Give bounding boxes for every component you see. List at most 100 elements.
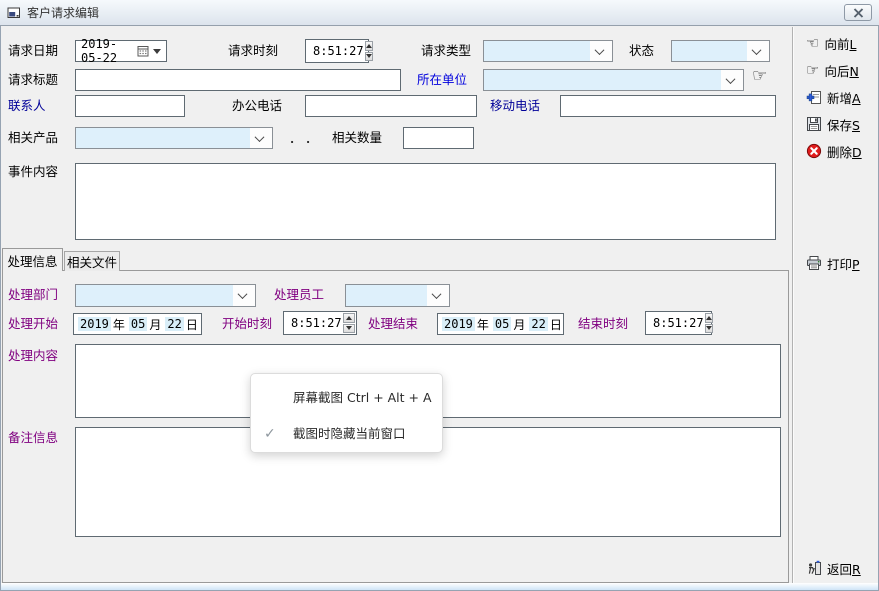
day-segment[interactable]: 22: [529, 317, 547, 331]
chevron-down-icon: [752, 45, 762, 55]
menu-item-label: 屏幕截图 Ctrl + Alt + A: [293, 384, 432, 412]
organization-combo[interactable]: [483, 69, 744, 91]
spin-up-button[interactable]: [343, 313, 355, 323]
calendar-icon[interactable]: [137, 45, 149, 57]
triangle-up-icon: [366, 44, 372, 48]
chevron-down-icon: [238, 289, 248, 299]
exit-icon: [806, 560, 822, 576]
spin-up-button[interactable]: [365, 41, 373, 51]
spin-up-button[interactable]: [705, 313, 713, 323]
organization-picker-hand-icon[interactable]: ☞: [752, 69, 767, 91]
event-content-label: 事件内容: [8, 161, 58, 183]
window-title: 客户请求编辑: [27, 4, 99, 21]
new-record-icon: [806, 89, 822, 105]
process-content-label: 处理内容: [8, 345, 58, 367]
dots-separator: . .: [290, 133, 314, 146]
request-date-label: 请求日期: [8, 40, 58, 62]
office-phone-label: 办公电话: [232, 95, 282, 117]
menu-item-screenshot[interactable]: 屏幕截图 Ctrl + Alt + A: [251, 384, 442, 412]
year-segment[interactable]: 2019: [442, 317, 475, 331]
chevron-down-icon: [432, 289, 442, 299]
delete-icon: [806, 143, 822, 159]
end-time-value: 8:51:27: [646, 312, 704, 334]
window-bottom-frame: [1, 583, 878, 590]
close-icon: [853, 8, 864, 18]
year-unit: 年: [111, 316, 129, 333]
year-unit: 年: [475, 316, 493, 333]
day-segment[interactable]: 22: [165, 317, 183, 331]
process-start-label: 处理开始: [8, 313, 58, 335]
next-button[interactable]: ☞ 向后N: [806, 59, 859, 81]
process-end-date-field[interactable]: 2019 年 05 月 22 日: [437, 313, 564, 335]
previous-button[interactable]: ☜ 向前L: [806, 32, 856, 54]
mobile-phone-label: 移动电话: [490, 95, 540, 117]
start-time-spinner[interactable]: 8:51:27: [283, 311, 357, 335]
print-icon: [806, 255, 822, 271]
request-date-picker[interactable]: 2019-05-22: [75, 40, 167, 62]
menu-item-label: 截图时隐藏当前窗口: [293, 420, 406, 448]
chevron-down-icon[interactable]: [153, 49, 161, 54]
department-label: 处理部门: [8, 284, 58, 306]
customer-request-edit-window: 客户请求编辑 请求日期 2019-05-22 请求时刻 8:51:27: [0, 0, 879, 591]
toolbar-separator: [792, 27, 793, 583]
menu-item-hide-window[interactable]: ✓ 截图时隐藏当前窗口: [251, 420, 442, 448]
request-title-label: 请求标题: [8, 69, 58, 91]
end-time-spinner[interactable]: 8:51:27: [645, 311, 712, 335]
spin-down-button[interactable]: [365, 52, 373, 62]
month-unit: 月: [511, 316, 529, 333]
process-end-label: 处理结束: [368, 313, 418, 335]
titlebar: 客户请求编辑: [0, 0, 879, 26]
status-label: 状态: [629, 40, 654, 62]
staff-combo[interactable]: [345, 284, 450, 307]
year-segment[interactable]: 2019: [78, 317, 111, 331]
triangle-down-icon: [366, 54, 372, 58]
triangle-up-icon: [706, 316, 712, 320]
screenshot-popup-menu: 屏幕截图 Ctrl + Alt + A ✓ 截图时隐藏当前窗口: [250, 373, 443, 453]
day-unit: 日: [184, 316, 202, 333]
app-icon: [7, 6, 21, 20]
request-type-combo[interactable]: [483, 40, 613, 62]
contact-input[interactable]: [75, 95, 185, 117]
chevron-down-icon: [255, 132, 265, 142]
month-segment[interactable]: 05: [129, 317, 147, 331]
tab-related-files[interactable]: 相关文件: [64, 251, 120, 271]
tab-label: 处理信息: [7, 251, 57, 270]
request-time-spinner[interactable]: 8:51:27: [305, 39, 369, 63]
mobile-phone-input[interactable]: [560, 95, 776, 117]
related-product-label: 相关产品: [8, 127, 58, 149]
save-button[interactable]: 保存S: [806, 113, 860, 135]
month-unit: 月: [147, 316, 165, 333]
request-date-value: 2019-05-22: [81, 37, 137, 65]
hand-right-icon: ☞: [806, 63, 819, 78]
return-button[interactable]: 返回R: [806, 557, 861, 579]
status-combo[interactable]: [671, 40, 770, 62]
add-button[interactable]: 新增A: [806, 86, 861, 108]
request-title-input[interactable]: [75, 69, 401, 91]
related-quantity-label: 相关数量: [332, 127, 382, 149]
month-segment[interactable]: 05: [493, 317, 511, 331]
tab-processing-info[interactable]: 处理信息: [2, 248, 63, 271]
chevron-down-icon: [726, 74, 736, 84]
related-quantity-input[interactable]: [403, 127, 474, 149]
close-button[interactable]: [844, 4, 872, 21]
office-phone-input[interactable]: [305, 95, 477, 117]
save-icon: [806, 116, 822, 132]
triangle-up-icon: [346, 316, 352, 320]
start-time-value: 8:51:27: [284, 312, 342, 334]
delete-button[interactable]: 删除D: [806, 140, 862, 162]
triangle-down-icon: [346, 326, 352, 330]
spin-down-button[interactable]: [343, 324, 355, 334]
hand-left-icon: ☜: [806, 36, 819, 51]
request-type-label: 请求类型: [421, 40, 471, 62]
print-button[interactable]: 打印P: [806, 252, 860, 274]
process-start-date-field[interactable]: 2019 年 05 月 22 日: [73, 313, 202, 335]
chevron-down-icon: [595, 45, 605, 55]
event-content-textarea[interactable]: [75, 163, 776, 240]
organization-label: 所在单位: [417, 69, 467, 91]
remarks-label: 备注信息: [8, 427, 58, 449]
start-time-label: 开始时刻: [222, 313, 272, 335]
related-product-combo[interactable]: [75, 127, 273, 149]
department-combo[interactable]: [75, 284, 256, 307]
day-unit: 日: [548, 316, 566, 333]
spin-down-button[interactable]: [705, 324, 713, 334]
